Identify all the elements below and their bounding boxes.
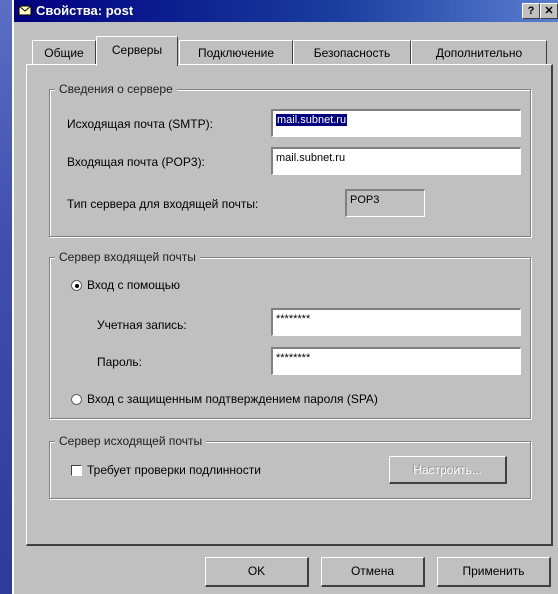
- spa-radio[interactable]: [71, 394, 82, 405]
- auth-checkbox[interactable]: [71, 465, 82, 476]
- window-title: Свойства: post: [36, 3, 134, 18]
- auth-checkbox-label[interactable]: Требует проверки подлинности: [87, 463, 261, 477]
- login-radio-label[interactable]: Вход с помощью: [87, 278, 180, 292]
- cancel-button[interactable]: Отмена: [321, 557, 425, 587]
- smtp-label: Исходящая почта (SMTP):: [67, 117, 213, 131]
- help-button[interactable]: ?: [522, 3, 540, 19]
- server-type-field: POP3: [345, 189, 425, 217]
- settings-button[interactable]: Настроить...: [389, 456, 507, 484]
- title-bar[interactable]: Свойства: post ? ✕: [14, 0, 558, 22]
- server-type-label: Тип сервера для входящей почты:: [67, 197, 259, 211]
- pop3-label: Входящая почта (POP3):: [67, 155, 205, 169]
- spa-radio-label[interactable]: Вход с защищенным подтверждением пароля …: [87, 392, 378, 406]
- login-radio[interactable]: [71, 280, 82, 291]
- apply-button[interactable]: Применить: [437, 557, 551, 587]
- smtp-input[interactable]: mail.subnet.ru: [271, 109, 521, 137]
- close-button[interactable]: ✕: [540, 3, 558, 19]
- tab-connection[interactable]: Подключение: [179, 40, 293, 65]
- incoming-server-legend: Сервер входящей почты: [55, 250, 200, 264]
- account-input[interactable]: ********: [271, 308, 521, 336]
- tab-advanced[interactable]: Дополнительно: [411, 40, 547, 65]
- tab-servers[interactable]: Серверы: [96, 36, 178, 66]
- password-input[interactable]: ********: [271, 347, 521, 375]
- server-info-legend: Сведения о сервере: [55, 82, 177, 96]
- tab-panel: Сведения о сервере Исходящая почта (SMTP…: [26, 64, 553, 546]
- tab-general[interactable]: Общие: [32, 40, 96, 65]
- account-label: Учетная запись:: [97, 318, 187, 332]
- properties-dialog: Свойства: post ? ✕ Общие Серверы Подключ…: [12, 0, 558, 594]
- pop3-input[interactable]: mail.subnet.ru: [271, 147, 521, 175]
- tab-security[interactable]: Безопасность: [293, 40, 411, 65]
- mail-properties-icon: [18, 4, 32, 17]
- ok-button[interactable]: OK: [205, 557, 309, 587]
- outgoing-server-legend: Сервер исходящей почты: [55, 434, 207, 448]
- password-label: Пароль:: [97, 355, 142, 369]
